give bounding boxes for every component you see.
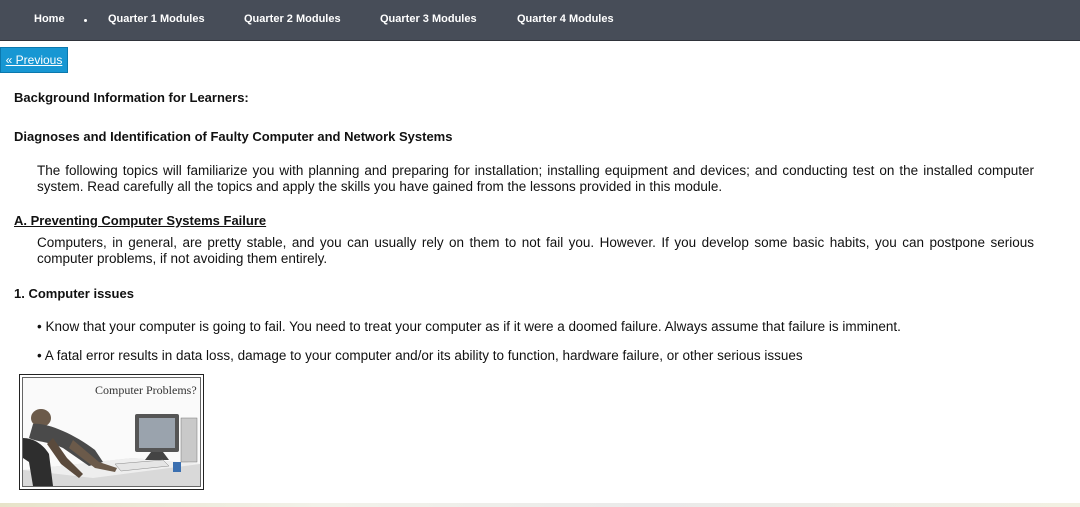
heading-background-information: Background Information for Learners:: [14, 90, 249, 105]
top-navigation-bar: Home Quarter 1 Modules Quarter 2 Modules…: [0, 0, 1080, 41]
computer-issues-heading: 1. Computer issues: [14, 286, 134, 301]
intro-paragraph: The following topics will familiarize yo…: [37, 163, 1034, 194]
bullet-item-1: • Know that your computer is going to fa…: [37, 319, 901, 334]
section-a-title: A. Preventing Computer Systems Failure: [14, 213, 267, 228]
bottom-strip: [0, 503, 1080, 507]
page: Home Quarter 1 Modules Quarter 2 Modules…: [0, 0, 1080, 507]
computer-problems-image: Computer Problems?: [19, 374, 204, 490]
section-a-paragraph: Computers, in general, are pretty stable…: [37, 235, 1034, 266]
nav-quarter-2-modules[interactable]: Quarter 2 Modules: [244, 13, 341, 25]
nav-quarter-4-modules[interactable]: Quarter 4 Modules: [517, 13, 614, 25]
bullet-item-2: • A fatal error results in data loss, da…: [37, 348, 803, 363]
nav-home[interactable]: Home: [34, 13, 65, 25]
frustrated-person-illustration: [23, 409, 200, 486]
nav-quarter-3-modules[interactable]: Quarter 3 Modules: [380, 13, 477, 25]
image-inner-frame: Computer Problems?: [22, 377, 201, 487]
heading-diagnoses: Diagnoses and Identification of Faulty C…: [14, 129, 453, 144]
nav-separator-dot: [84, 19, 87, 22]
nav-quarter-1-modules[interactable]: Quarter 1 Modules: [108, 13, 205, 25]
previous-button[interactable]: « Previous: [0, 47, 68, 73]
